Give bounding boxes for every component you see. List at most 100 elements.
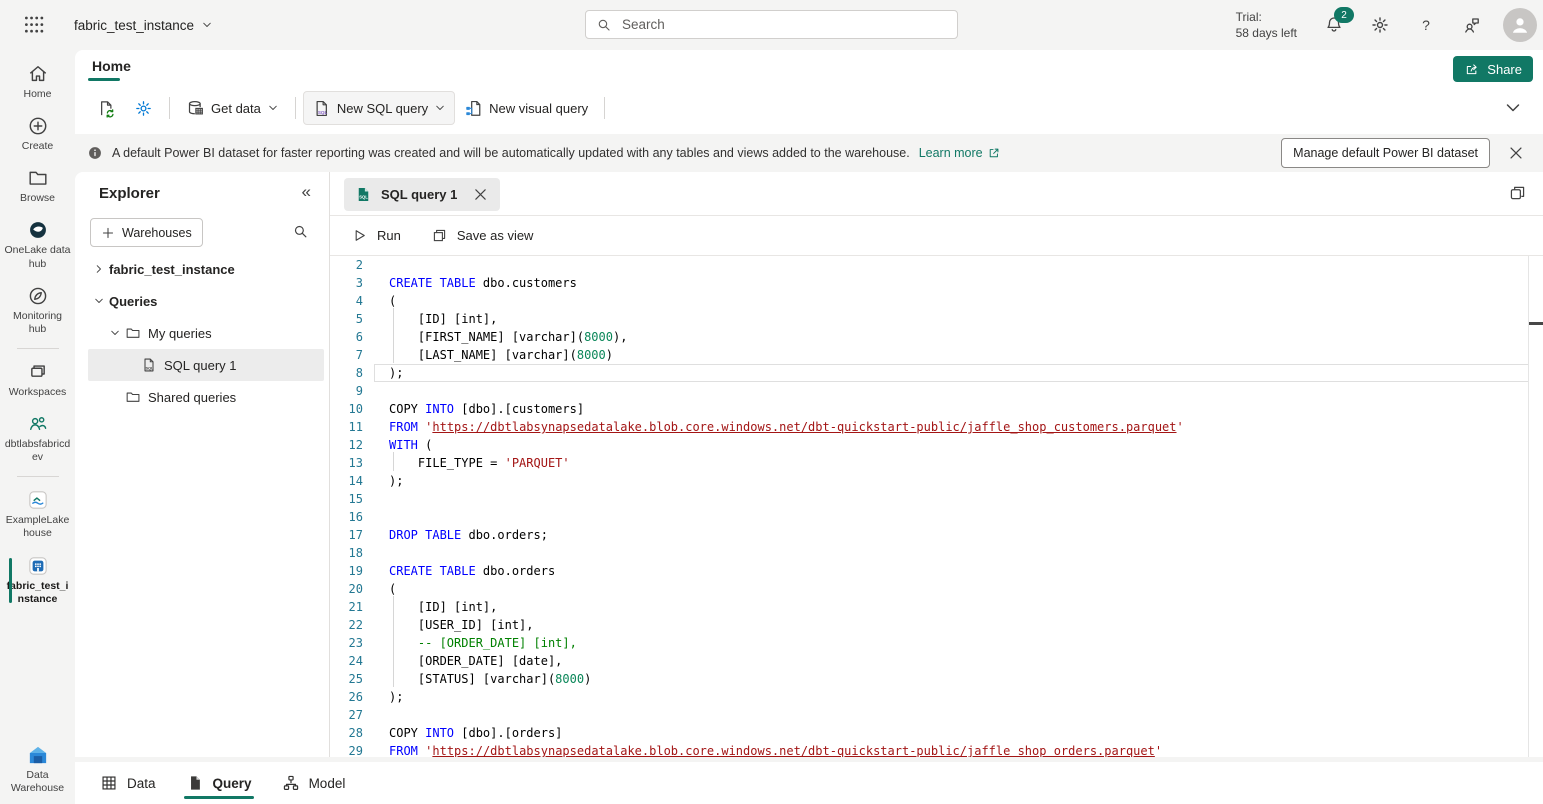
code-line-22[interactable]: 22 [USER_ID] [int], <box>330 616 1543 634</box>
workspaces-icon <box>27 361 49 383</box>
code-line-2[interactable]: 2 <box>330 256 1543 274</box>
search-input[interactable] <box>620 16 947 33</box>
warehouse-settings-button[interactable] <box>125 91 162 125</box>
code-line-text: [ID] [int], <box>389 598 497 616</box>
feedback-button[interactable] <box>1457 10 1487 40</box>
product-switcher[interactable]: fabric_test_instance <box>74 0 213 50</box>
add-warehouses-button[interactable]: Warehouses <box>90 218 203 247</box>
ribbon-collapse-chevron-icon[interactable] <box>1503 98 1523 118</box>
ribbon-toolbar: Get data SQL New SQL query New visual qu… <box>88 88 612 128</box>
share-icon <box>1464 61 1480 77</box>
view-tab-query[interactable]: Query <box>186 762 252 804</box>
code-line-text: CREATE TABLE dbo.orders <box>389 562 555 580</box>
rail-item-home[interactable]: Home <box>2 56 74 108</box>
rail-item-browse[interactable]: Browse <box>2 160 74 212</box>
query-tab-sql-query-1[interactable]: SQL SQL query 1 <box>344 178 500 211</box>
learn-more-link[interactable]: Learn more <box>919 146 1001 160</box>
code-line-7[interactable]: 7 [LAST_NAME] [varchar](8000) <box>330 346 1543 364</box>
rail-item-workspaces[interactable]: Workspaces <box>2 354 74 406</box>
external-link-icon <box>987 146 1001 160</box>
tree-item-sql-query-1[interactable]: SQLSQL query 1 <box>75 349 329 381</box>
notifications-button[interactable]: 2 <box>1319 10 1349 40</box>
manage-default-dataset-button[interactable]: Manage default Power BI dataset <box>1281 138 1490 168</box>
help-button[interactable]: ? <box>1411 10 1441 40</box>
tab-close-icon[interactable] <box>472 186 489 203</box>
code-line-29[interactable]: 29FROM 'https://dbtlabsynapsedatalake.bl… <box>330 742 1543 757</box>
code-line-16[interactable]: 16 <box>330 508 1543 526</box>
code-line-18[interactable]: 18 <box>330 544 1543 562</box>
rail-item-data-warehouse[interactable]: Data Warehouse <box>2 737 74 802</box>
rail-item-examplelakehouse[interactable]: ExampleLakehouse <box>2 482 74 547</box>
rail-item-monitoring-hub[interactable]: Monitoring hub <box>2 278 74 343</box>
run-button[interactable]: Run <box>351 227 401 244</box>
code-line-12[interactable]: 12WITH ( <box>330 436 1543 454</box>
code-line-9[interactable]: 9 <box>330 382 1543 400</box>
save-as-view-button[interactable]: Save as view <box>431 227 534 244</box>
view-tab-label: Query <box>213 776 252 791</box>
line-number: 10 <box>330 402 363 416</box>
sql-code-editor[interactable]: 23CREATE TABLE dbo.customers4(5 [ID] [in… <box>330 256 1543 757</box>
explorer-search-icon[interactable] <box>292 223 309 240</box>
code-line-3[interactable]: 3CREATE TABLE dbo.customers <box>330 274 1543 292</box>
code-line-20[interactable]: 20( <box>330 580 1543 598</box>
code-line-26[interactable]: 26); <box>330 688 1543 706</box>
account-avatar[interactable] <box>1503 8 1537 42</box>
code-line-text: FROM 'https://dbtlabsynapsedatalake.blob… <box>389 742 1162 757</box>
code-line-4[interactable]: 4( <box>330 292 1543 310</box>
share-button[interactable]: Share <box>1453 56 1533 82</box>
code-line-13[interactable]: 13 FILE_TYPE = 'PARQUET' <box>330 454 1543 472</box>
code-line-14[interactable]: 14); <box>330 472 1543 490</box>
get-data-button[interactable]: Get data <box>177 91 288 125</box>
lakehouse-icon <box>27 489 49 511</box>
toolbar-divider <box>295 97 296 119</box>
new-sql-query-button[interactable]: SQL New SQL query <box>303 91 455 125</box>
new-visual-query-button[interactable]: New visual query <box>455 91 597 125</box>
tree-item-label: fabric_test_instance <box>109 262 235 277</box>
code-line-10[interactable]: 10COPY INTO [dbo].[customers] <box>330 400 1543 418</box>
code-line-11[interactable]: 11FROM 'https://dbtlabsynapsedatalake.bl… <box>330 418 1543 436</box>
tree-item-label: SQL query 1 <box>164 358 237 373</box>
settings-button[interactable] <box>1365 10 1395 40</box>
app-launcher-icon[interactable] <box>22 13 46 37</box>
rail-item-onelake-data-hub[interactable]: OneLake data hub <box>2 212 74 277</box>
rail-item-dbtlabsfabricdev[interactable]: dbtlabsfabricdev <box>2 406 74 471</box>
indent-guide <box>393 344 394 363</box>
line-number: 25 <box>330 672 363 686</box>
sql-page-icon: SQL <box>312 99 331 118</box>
code-line-6[interactable]: 6 [FIRST_NAME] [varchar](8000), <box>330 328 1543 346</box>
code-line-27[interactable]: 27 <box>330 706 1543 724</box>
view-tab-model[interactable]: Model <box>282 762 346 804</box>
tree-item-my-queries[interactable]: My queries <box>75 317 329 349</box>
code-line-15[interactable]: 15 <box>330 490 1543 508</box>
code-line-8[interactable]: 8); <box>330 364 1543 382</box>
code-line-23[interactable]: 23 -- [ORDER_DATE] [int], <box>330 634 1543 652</box>
code-line-21[interactable]: 21 [ID] [int], <box>330 598 1543 616</box>
tree-item-fabric-test-instance[interactable]: fabric_test_instance <box>75 253 329 285</box>
line-number: 17 <box>330 528 363 542</box>
code-line-19[interactable]: 19CREATE TABLE dbo.orders <box>330 562 1543 580</box>
code-line-24[interactable]: 24 [ORDER_DATE] [date], <box>330 652 1543 670</box>
chevron-down-icon <box>434 102 446 114</box>
code-line-25[interactable]: 25 [STATUS] [varchar](8000) <box>330 670 1543 688</box>
copy-icon[interactable] <box>1508 184 1527 203</box>
indent-guide <box>393 308 394 327</box>
refresh-button[interactable] <box>88 91 125 125</box>
explorer-collapse-button[interactable]: « <box>302 183 311 200</box>
global-search[interactable] <box>585 10 958 39</box>
play-icon <box>351 227 368 244</box>
code-line-17[interactable]: 17DROP TABLE dbo.orders; <box>330 526 1543 544</box>
rail-item-fabric-test-instance[interactable]: fabric_test_instance <box>2 548 74 613</box>
info-banner: A default Power BI dataset for faster re… <box>75 134 1543 172</box>
code-line-5[interactable]: 5 [ID] [int], <box>330 310 1543 328</box>
tree-item-queries[interactable]: Queries <box>75 285 329 317</box>
tab-home[interactable]: Home <box>85 55 138 77</box>
code-line-text: FILE_TYPE = 'PARQUET' <box>389 454 570 472</box>
line-number: 15 <box>330 492 363 506</box>
code-line-28[interactable]: 28COPY INTO [dbo].[orders] <box>330 724 1543 742</box>
banner-close-icon[interactable] <box>1507 144 1525 162</box>
editor-scrollbar-marker[interactable] <box>1529 322 1543 325</box>
view-tab-data[interactable]: Data <box>100 762 156 804</box>
tree-item-shared-queries[interactable]: Shared queries <box>75 381 329 413</box>
code-line-text: [USER_ID] [int], <box>389 616 534 634</box>
rail-item-create[interactable]: Create <box>2 108 74 160</box>
